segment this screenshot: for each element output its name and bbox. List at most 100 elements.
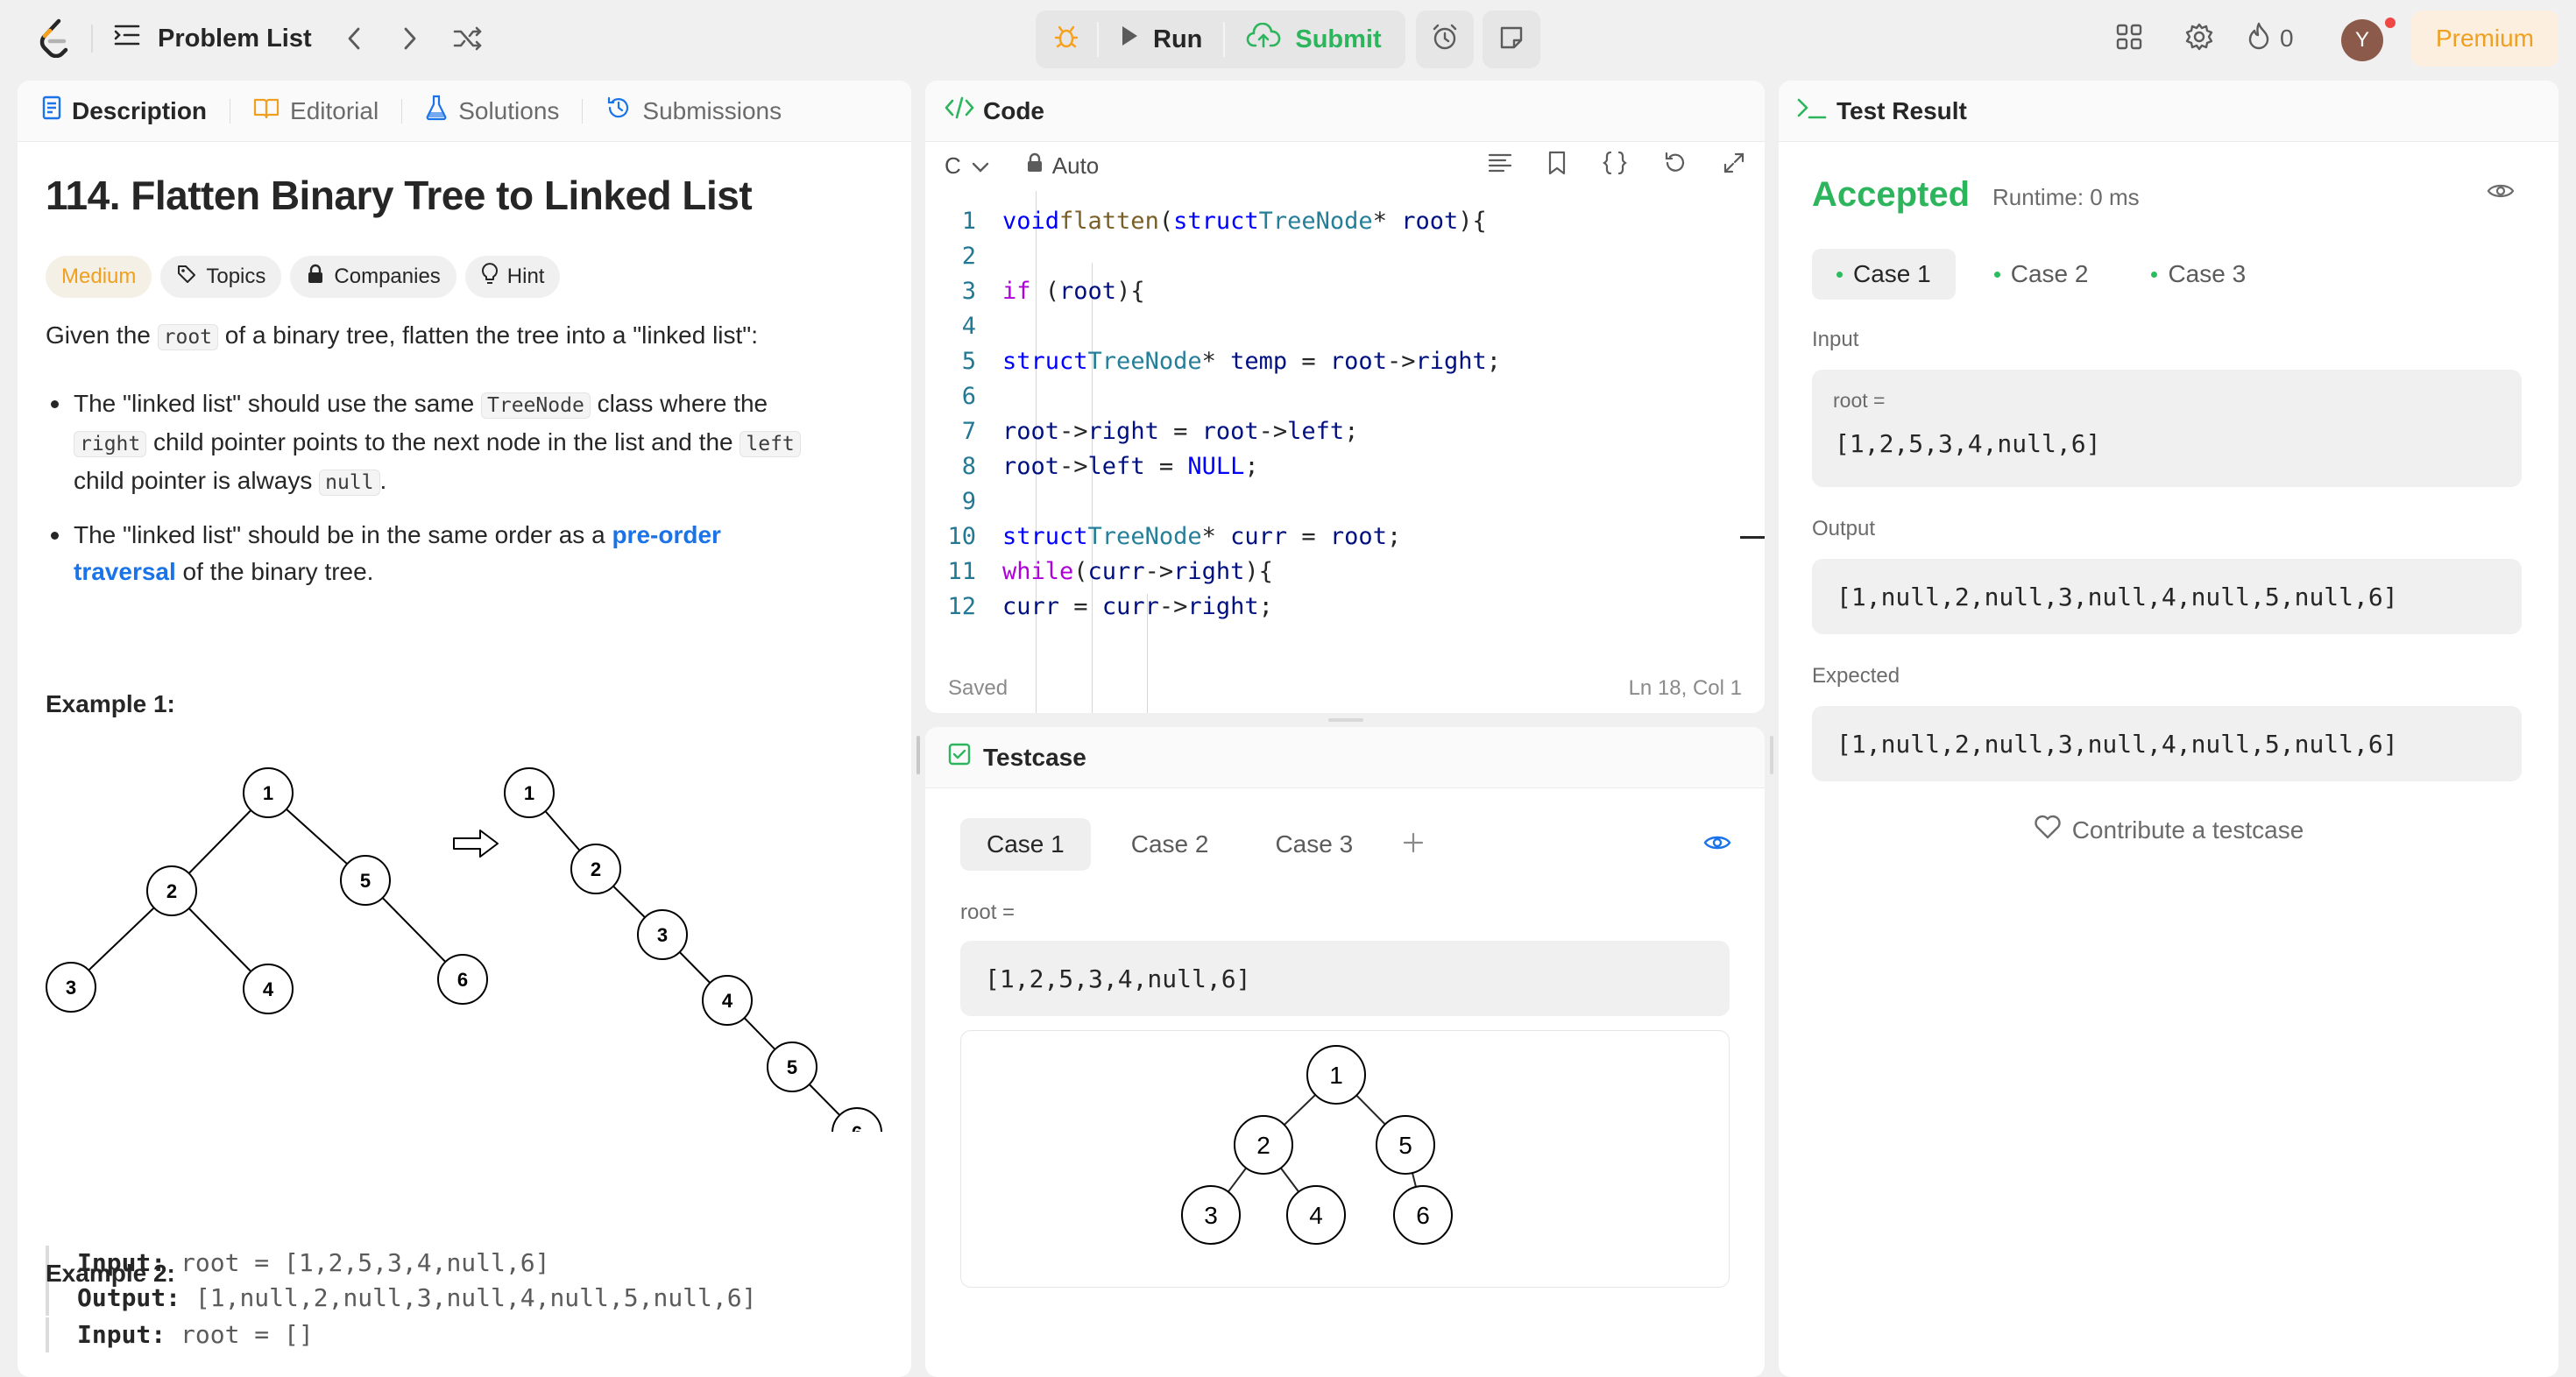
difficulty-badge: Medium bbox=[46, 256, 152, 298]
companies-chip[interactable]: Companies bbox=[290, 256, 456, 298]
code-line: 9 bbox=[925, 484, 1002, 519]
run-button[interactable]: Run bbox=[1099, 11, 1223, 68]
horizontal-resize-handle[interactable] bbox=[1328, 718, 1363, 722]
traversal-link[interactable]: traversal bbox=[74, 558, 176, 585]
constraint-bullet: The "linked list" should use the same Tr… bbox=[46, 385, 860, 501]
submit-button[interactable]: Submit bbox=[1225, 11, 1402, 68]
problem-list-button[interactable]: Problem List bbox=[114, 12, 312, 65]
example-tree-node-5: 5 bbox=[340, 855, 391, 906]
hint-chip[interactable]: Hint bbox=[464, 256, 561, 298]
tab-label: Submissions bbox=[642, 96, 782, 124]
problem-title: 114. Flatten Binary Tree to Linked List bbox=[46, 173, 753, 218]
tree-node-label: 3 bbox=[657, 924, 668, 946]
streak-count: 0 bbox=[2280, 25, 2294, 52]
preorder-link[interactable]: pre-order bbox=[612, 521, 720, 548]
inline-code: null bbox=[319, 470, 380, 496]
tree-node-label: 4 bbox=[1309, 1202, 1323, 1229]
bookmark-button[interactable] bbox=[1547, 151, 1567, 181]
toggle-visualization-button[interactable] bbox=[1703, 832, 1731, 858]
tab-solutions[interactable]: Solutions bbox=[425, 95, 559, 127]
flattened-tree-node-1: 1 bbox=[504, 767, 555, 818]
result-tab-3[interactable]: Case 3 bbox=[2127, 249, 2270, 300]
vertical-resize-handle[interactable] bbox=[916, 736, 920, 774]
testcase-tab-2[interactable]: Case 2 bbox=[1105, 818, 1235, 871]
next-problem-button[interactable] bbox=[391, 19, 429, 58]
notes-button[interactable] bbox=[1483, 11, 1540, 68]
input-value: root = [] bbox=[180, 1320, 314, 1349]
divider bbox=[401, 98, 403, 124]
leetcode-logo[interactable] bbox=[33, 16, 77, 60]
runtime-text: Runtime: 0 ms bbox=[1992, 184, 2140, 210]
tree-node-label: 2 bbox=[166, 880, 177, 902]
result-tab-1[interactable]: Case 1 bbox=[1812, 249, 1956, 300]
top-bar: Problem List Run Submit 0 Y Premium bbox=[0, 0, 2576, 77]
code-line: 2 bbox=[925, 238, 1002, 273]
text: child pointer points to the next node in… bbox=[146, 428, 740, 455]
code-line: 7 root -> right = root -> left; bbox=[925, 413, 1359, 448]
mode-label: Auto bbox=[1051, 152, 1100, 179]
flattened-tree-node-2: 2 bbox=[570, 844, 621, 894]
tab-description[interactable]: Description bbox=[42, 95, 207, 126]
tab-submissions[interactable]: Submissions bbox=[605, 95, 782, 127]
premium-button[interactable]: Premium bbox=[2411, 11, 2558, 67]
heart-icon bbox=[2034, 815, 2062, 845]
book-icon bbox=[253, 96, 280, 125]
code-line: 11 while(curr -> right){ bbox=[925, 554, 1272, 589]
code-toolbar: C Auto bbox=[925, 142, 1765, 189]
code-line: 1 void flatten(struct TreeNode * root){ bbox=[925, 203, 1487, 238]
contribute-testcase-button[interactable]: Contribute a testcase bbox=[1779, 815, 2558, 845]
toggle-details-button[interactable] bbox=[2487, 180, 2515, 206]
streak-counter[interactable]: 0 bbox=[2247, 19, 2294, 58]
vertical-resize-handle[interactable] bbox=[1770, 736, 1773, 774]
topics-chip[interactable]: Topics bbox=[160, 256, 282, 298]
braces-button[interactable] bbox=[1602, 151, 1628, 181]
code-editor[interactable]: 1 void flatten(struct TreeNode * root){ 2 … bbox=[925, 191, 1765, 713]
line-number: 11 bbox=[947, 557, 976, 585]
random-problem-button[interactable] bbox=[449, 19, 487, 58]
layout-button[interactable] bbox=[2110, 19, 2148, 58]
testcase-tab-3[interactable]: Case 3 bbox=[1249, 818, 1379, 871]
language-select[interactable]: C bbox=[945, 152, 989, 180]
tab-editorial[interactable]: Editorial bbox=[253, 96, 379, 125]
chip-label: Hint bbox=[506, 265, 545, 288]
text: . bbox=[379, 467, 387, 494]
example-2-title: Example 2: bbox=[46, 1260, 175, 1287]
pass-dot bbox=[1993, 271, 2000, 278]
settings-button[interactable] bbox=[2180, 19, 2219, 58]
testcase-tab-1[interactable]: Case 1 bbox=[960, 818, 1091, 871]
tree-node-label: 1 bbox=[1329, 1062, 1343, 1089]
bug-icon bbox=[1053, 23, 1079, 56]
lock-icon bbox=[306, 264, 325, 291]
line-number: 8 bbox=[961, 452, 976, 480]
timer-button[interactable] bbox=[1416, 11, 1474, 68]
tree-node-label: 2 bbox=[591, 858, 601, 880]
inline-code: root bbox=[157, 324, 219, 350]
result-case-tabs: Case 1 Case 2 Case 3 bbox=[1812, 249, 2270, 300]
tab-label: Case 2 bbox=[2010, 260, 2089, 287]
avatar[interactable]: Y bbox=[2341, 19, 2383, 61]
test-result-panel: Test Result Accepted Runtime: 0 ms Case … bbox=[1779, 81, 2558, 1377]
line-number: 12 bbox=[947, 592, 976, 620]
fullscreen-button[interactable] bbox=[1723, 152, 1745, 180]
result-tab-2[interactable]: Case 2 bbox=[1970, 249, 2113, 300]
note-icon bbox=[1498, 25, 1525, 55]
arrow-right-icon bbox=[453, 830, 499, 858]
lock-icon bbox=[1026, 152, 1044, 180]
flattened-tree-node-6: 6 bbox=[832, 1107, 882, 1132]
tree-node-label: 5 bbox=[360, 870, 371, 892]
chip-label: Companies bbox=[334, 265, 441, 288]
output-value: [1,null,2,null,3,null,4,null,5,null,6] bbox=[1812, 559, 2522, 634]
add-testcase-button[interactable] bbox=[1393, 831, 1433, 858]
reset-button[interactable] bbox=[1663, 151, 1688, 181]
mode-toggle[interactable]: Auto bbox=[1026, 152, 1100, 180]
testcase-input[interactable]: [1,2,5,3,4,null,6] bbox=[960, 941, 1730, 1016]
debug-button[interactable] bbox=[1036, 11, 1097, 68]
run-label: Run bbox=[1153, 25, 1203, 53]
undo-icon bbox=[1663, 152, 1688, 180]
chevron-left-icon bbox=[346, 26, 362, 51]
prev-problem-button[interactable] bbox=[335, 19, 373, 58]
code-line: 4 bbox=[925, 308, 1002, 343]
flattened-tree-node-5: 5 bbox=[767, 1042, 817, 1092]
format-button[interactable] bbox=[1488, 152, 1512, 180]
tree-node-label: 4 bbox=[722, 990, 733, 1012]
